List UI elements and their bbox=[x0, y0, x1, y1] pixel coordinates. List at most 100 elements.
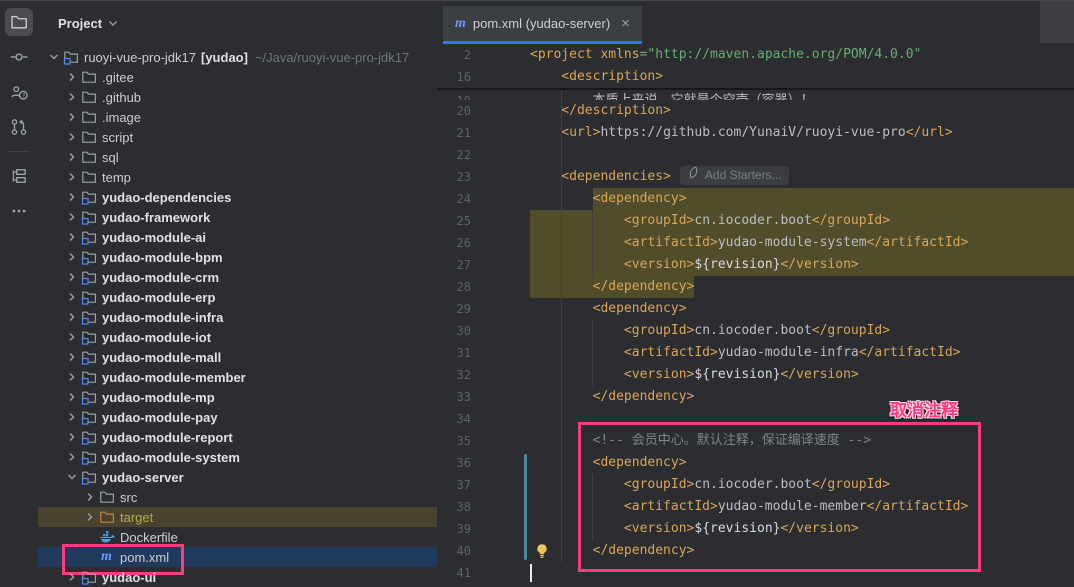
line-number[interactable]: 29 bbox=[437, 298, 471, 320]
line-number[interactable]: 40 bbox=[437, 540, 471, 562]
tree-item-.image[interactable]: .image bbox=[38, 107, 463, 127]
tree-item-yudao-module-crm[interactable]: yudao-module-crm bbox=[38, 267, 463, 287]
tree-item-yudao-module-iot[interactable]: yudao-module-iot bbox=[38, 327, 463, 347]
tree-item-yudao-module-system[interactable]: yudao-module-system bbox=[38, 447, 463, 467]
code-line-28[interactable]: 28 </dependency> bbox=[437, 276, 1074, 298]
code-line-24[interactable]: 24 <dependency> bbox=[437, 188, 1074, 210]
add-starters-inlay[interactable]: Add Starters... bbox=[680, 166, 789, 185]
tree-item-.gitee[interactable]: .gitee bbox=[38, 67, 463, 87]
code-line-30[interactable]: 30 <groupId>cn.iocoder.boot</groupId> bbox=[437, 320, 1074, 342]
line-number[interactable]: 27 bbox=[437, 254, 471, 276]
tab-pom-xml[interactable]: m pom.xml (yudao-server) × bbox=[443, 6, 642, 41]
tree-chevron-icon[interactable] bbox=[64, 209, 80, 225]
line-number[interactable]: 38 bbox=[437, 496, 471, 518]
line-number[interactable]: 36 bbox=[437, 452, 471, 474]
code-line-27[interactable]: 27 <version>${revision}</version> bbox=[437, 254, 1074, 276]
code-line-31[interactable]: 31 <artifactId>yudao-module-infra</artif… bbox=[437, 342, 1074, 364]
line-number[interactable]: 23 bbox=[437, 166, 471, 188]
code-line-19[interactable]: 19 本质上来说，它就是个空壳（容器）！ bbox=[437, 90, 1074, 100]
code-line-37[interactable]: 37 <groupId>cn.iocoder.boot</groupId> bbox=[437, 474, 1074, 496]
sticky-lines-panel[interactable]: 2<project xmlns="http://maven.apache.org… bbox=[437, 44, 1074, 90]
line-number[interactable]: 30 bbox=[437, 320, 471, 342]
code-line-41[interactable]: 41 bbox=[437, 562, 1074, 584]
tree-chevron-icon[interactable] bbox=[64, 309, 80, 325]
tree-chevron-icon[interactable] bbox=[64, 409, 80, 425]
line-number[interactable]: 26 bbox=[437, 232, 471, 254]
tree-item-dockerfile[interactable]: Dockerfile bbox=[38, 527, 481, 547]
code-line-29[interactable]: 29 <dependency> bbox=[437, 298, 1074, 320]
tree-item-yudao-dependencies[interactable]: yudao-dependencies bbox=[38, 187, 463, 207]
tree-item-yudao-module-infra[interactable]: yudao-module-infra bbox=[38, 307, 463, 327]
line-number[interactable]: 22 bbox=[437, 144, 471, 166]
code-line-21[interactable]: 21 <url>https://github.com/YunaiV/ruoyi-… bbox=[437, 122, 1074, 144]
tree-item-yudao-module-mp[interactable]: yudao-module-mp bbox=[38, 387, 463, 407]
tree-chevron-icon[interactable] bbox=[64, 89, 80, 105]
tree-item-.github[interactable]: .github bbox=[38, 87, 463, 107]
tree-chevron-icon[interactable] bbox=[64, 229, 80, 245]
tree-item-pom.xml[interactable]: mpom.xml bbox=[38, 547, 481, 567]
tree-chevron-icon[interactable] bbox=[64, 449, 80, 465]
line-number[interactable]: 19 bbox=[437, 90, 471, 100]
project-panel-header[interactable]: Project bbox=[58, 12, 119, 34]
more-tool-icon[interactable] bbox=[5, 197, 33, 225]
tree-chevron-icon[interactable] bbox=[64, 149, 80, 165]
code-line-33[interactable]: 33 </dependency> bbox=[437, 386, 1074, 408]
tree-chevron-icon[interactable] bbox=[64, 469, 80, 485]
tree-chevron-icon[interactable] bbox=[64, 369, 80, 385]
tree-chevron-icon[interactable] bbox=[82, 509, 98, 525]
line-number[interactable]: 41 bbox=[437, 562, 471, 584]
line-number[interactable]: 24 bbox=[437, 188, 471, 210]
structure-tool-icon[interactable] bbox=[5, 162, 33, 190]
code-line-34[interactable]: 34 bbox=[437, 408, 1074, 430]
tree-chevron-icon[interactable] bbox=[64, 69, 80, 85]
tree-item-yudao-module-bpm[interactable]: yudao-module-bpm bbox=[38, 247, 463, 267]
tree-chevron-icon[interactable] bbox=[64, 329, 80, 345]
code-line-40[interactable]: 40 </dependency> bbox=[437, 540, 1074, 562]
tree-chevron-icon[interactable] bbox=[64, 429, 80, 445]
code-line-20[interactable]: 20 </description> bbox=[437, 100, 1074, 122]
line-number[interactable]: 33 bbox=[437, 386, 471, 408]
line-number[interactable]: 31 bbox=[437, 342, 471, 364]
code-line-39[interactable]: 39 <version>${revision}</version> bbox=[437, 518, 1074, 540]
tree-item-yudao-server[interactable]: yudao-server bbox=[38, 467, 463, 487]
tree-chevron-icon[interactable] bbox=[64, 269, 80, 285]
project-tool-icon[interactable] bbox=[5, 8, 33, 36]
lightbulb-icon[interactable] bbox=[534, 543, 550, 564]
tree-item-sql[interactable]: sql bbox=[38, 147, 463, 167]
tree-item-yudao-module-report[interactable]: yudao-module-report bbox=[38, 427, 463, 447]
code-area[interactable]: 19 本质上来说，它就是个空壳（容器）！20 </description>21 … bbox=[437, 44, 1074, 575]
code-line-26[interactable]: 26 <artifactId>yudao-module-system</arti… bbox=[437, 232, 1074, 254]
code-line-22[interactable]: 22 bbox=[437, 144, 1074, 166]
code-line-23[interactable]: 23 <dependencies>Add Starters... bbox=[437, 166, 1074, 188]
tree-item-yudao-module-pay[interactable]: yudao-module-pay bbox=[38, 407, 463, 427]
code-line-16[interactable]: 16 <description> bbox=[437, 66, 1074, 88]
tree-chevron-icon[interactable] bbox=[64, 109, 80, 125]
tree-item-yudao-module-erp[interactable]: yudao-module-erp bbox=[38, 287, 463, 307]
tree-chevron-icon[interactable] bbox=[64, 569, 80, 585]
code-with-me-tool-icon[interactable]: ? bbox=[5, 78, 33, 106]
line-number[interactable]: 34 bbox=[437, 408, 471, 430]
tree-chevron-icon[interactable] bbox=[64, 349, 80, 365]
line-number[interactable]: 25 bbox=[437, 210, 471, 232]
tree-chevron-icon[interactable] bbox=[64, 189, 80, 205]
code-line-25[interactable]: 25 <groupId>cn.iocoder.boot</groupId> bbox=[437, 210, 1074, 232]
line-number[interactable]: 39 bbox=[437, 518, 471, 540]
tree-chevron-icon[interactable] bbox=[64, 389, 80, 405]
tree-item-yudao-ui[interactable]: yudao-ui bbox=[38, 567, 463, 587]
line-number[interactable]: 37 bbox=[437, 474, 471, 496]
line-number[interactable]: 2 bbox=[437, 44, 471, 66]
code-line-38[interactable]: 38 <artifactId>yudao-module-member</arti… bbox=[437, 496, 1074, 518]
line-number[interactable]: 32 bbox=[437, 364, 471, 386]
commit-tool-icon[interactable] bbox=[5, 43, 33, 71]
tree-item-script[interactable]: script bbox=[38, 127, 463, 147]
line-number[interactable]: 21 bbox=[437, 122, 471, 144]
line-number[interactable]: 35 bbox=[437, 430, 471, 452]
line-number[interactable]: 20 bbox=[437, 100, 471, 122]
tree-item-yudao-module-mall[interactable]: yudao-module-mall bbox=[38, 347, 463, 367]
code-line-2[interactable]: 2<project xmlns="http://maven.apache.org… bbox=[437, 44, 1074, 66]
tree-chevron-icon[interactable] bbox=[46, 49, 62, 65]
tree-item-ruoyi-vue-pro-jdk17[interactable]: ruoyi-vue-pro-jdk17[yudao]~/Java/ruoyi-v… bbox=[38, 47, 445, 67]
line-number[interactable]: 28 bbox=[437, 276, 471, 298]
close-icon[interactable]: × bbox=[621, 15, 630, 32]
tree-chevron-icon[interactable] bbox=[82, 489, 98, 505]
